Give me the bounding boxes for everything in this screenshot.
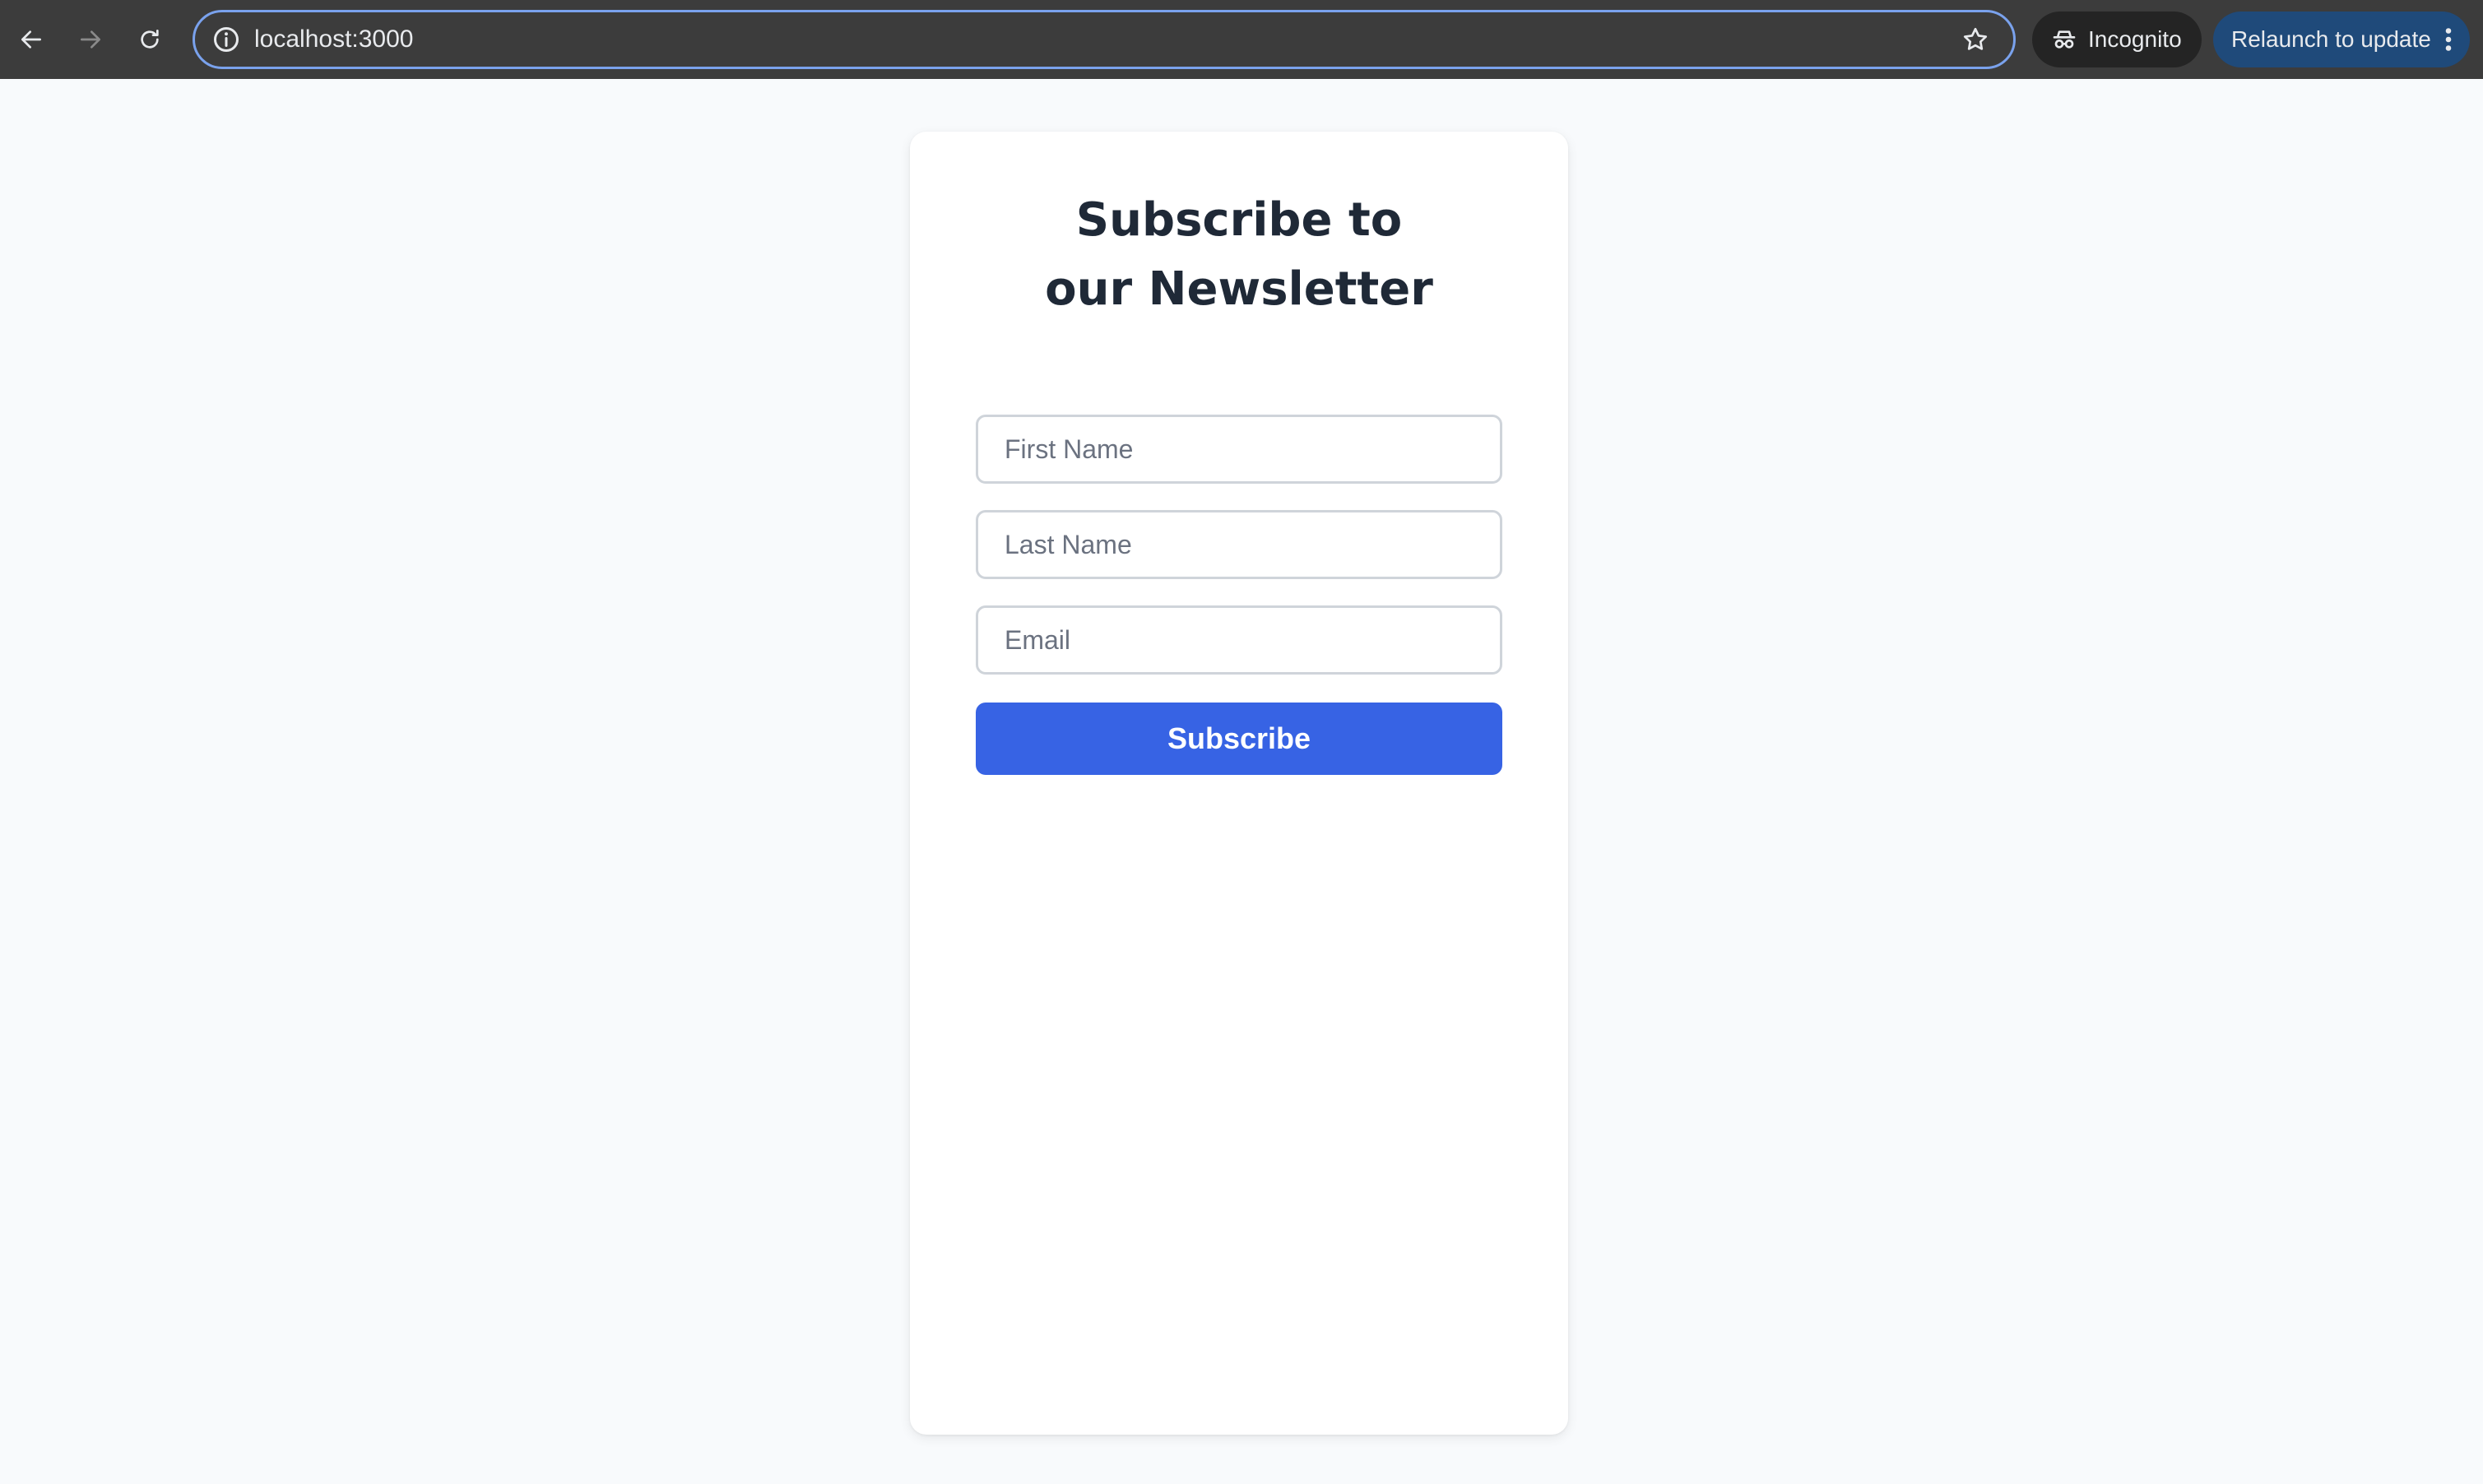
reload-icon	[141, 30, 159, 49]
reload-button[interactable]	[127, 16, 173, 63]
last-name-input[interactable]	[976, 510, 1502, 579]
newsletter-card: Subscribe to our Newsletter Subscribe	[910, 132, 1568, 1435]
address-bar[interactable]: localhost:3000	[193, 10, 2016, 69]
browser-toolbar: localhost:3000 Incognito Relaunch to upd…	[0, 0, 2483, 79]
email-input[interactable]	[976, 605, 1502, 675]
kebab-menu-icon[interactable]	[2440, 25, 2457, 54]
incognito-label: Incognito	[2088, 26, 2182, 52]
star-icon[interactable]	[1961, 25, 1990, 54]
form-title: Subscribe to our Newsletter	[1045, 193, 1433, 316]
arrow-right-icon	[81, 30, 100, 49]
subscribe-button[interactable]: Subscribe	[976, 703, 1502, 775]
first-name-input[interactable]	[976, 415, 1502, 484]
relaunch-button[interactable]: Relaunch to update	[2213, 12, 2470, 67]
forward-button[interactable]	[67, 16, 114, 63]
page-content: Subscribe to our Newsletter Subscribe	[0, 79, 2483, 1484]
relaunch-label: Relaunch to update	[2231, 26, 2431, 52]
arrow-left-icon	[21, 30, 41, 49]
incognito-icon	[2053, 30, 2076, 49]
url-text[interactable]: localhost:3000	[254, 12, 413, 67]
incognito-indicator[interactable]: Incognito	[2032, 12, 2202, 67]
info-icon[interactable]	[211, 25, 241, 54]
back-button[interactable]	[8, 16, 54, 63]
